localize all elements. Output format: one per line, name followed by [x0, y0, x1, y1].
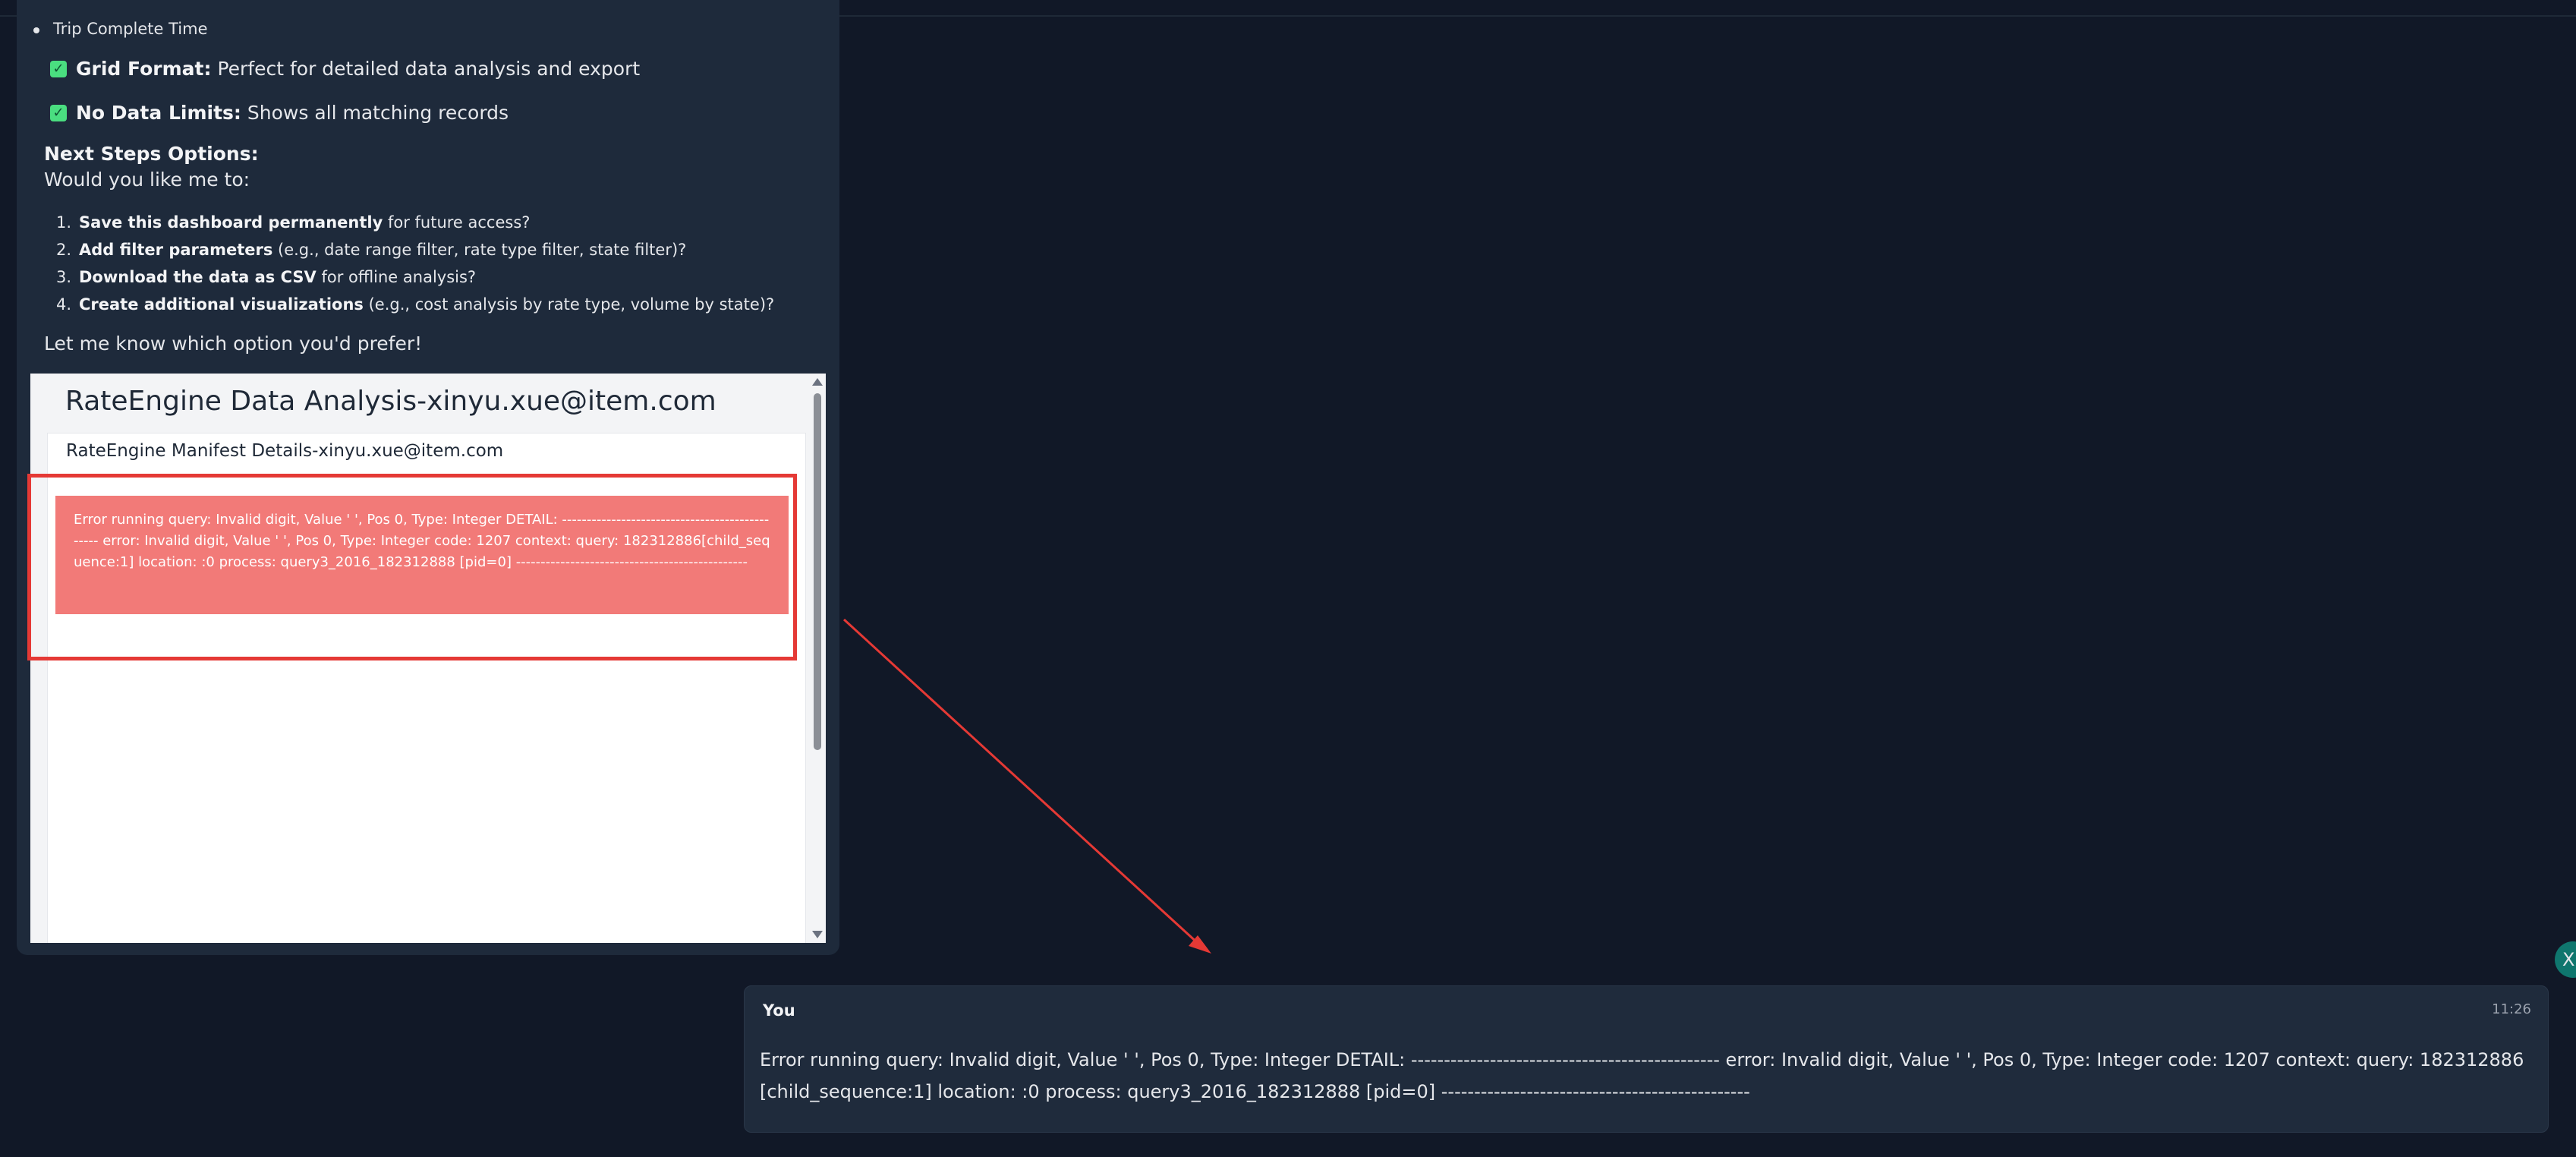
- feature-text: Shows all matching records: [247, 102, 509, 124]
- feature-no-data-limits: ✓ No Data Limits: Shows all matching rec…: [50, 102, 509, 124]
- scroll-thumb[interactable]: [814, 393, 821, 750]
- scroll-down-icon[interactable]: [812, 931, 823, 938]
- feature-label: No Data Limits:: [76, 102, 241, 124]
- sender-name: You: [763, 1001, 795, 1020]
- next-steps-list: 1. Save this dashboard permanently for fu…: [44, 211, 774, 320]
- list-item: 2. Add filter parameters (e.g., date rang…: [55, 241, 687, 259]
- avatar: X: [2555, 941, 2576, 978]
- list-item: 1. Save this dashboard permanently for fu…: [55, 213, 531, 232]
- error-alert: Error running query: Invalid digit, Valu…: [55, 496, 789, 614]
- scrollbar[interactable]: [809, 374, 826, 943]
- error-prefix: Error running query:: [74, 512, 216, 528]
- user-message: You 11:26 Error running query: Invalid d…: [744, 985, 2549, 1133]
- feature-grid-format: ✓ Grid Format: Perfect for detailed data…: [50, 58, 640, 80]
- dashboard-subtitle: RateEngine Manifest Details-xinyu.xue@it…: [66, 441, 504, 461]
- scroll-up-icon[interactable]: [812, 378, 823, 386]
- dashboard-title: RateEngine Data Analysis-xinyu.xue@item.…: [65, 386, 716, 417]
- list-item: 4. Create additional visualizations (e.g.…: [55, 295, 775, 314]
- message-time: 11:26: [2492, 1001, 2531, 1017]
- closing-text: Let me know which option you'd prefer!: [44, 333, 423, 355]
- dashboard-embed[interactable]: RateEngine Data Analysis-xinyu.xue@item.…: [30, 374, 826, 943]
- message-text: Error running query: Invalid digit, Valu…: [760, 1049, 2524, 1102]
- bullet-item: Trip Complete Time: [33, 20, 208, 38]
- feature-text: Perfect for detailed data analysis and e…: [217, 58, 641, 80]
- feature-label: Grid Format:: [76, 58, 212, 80]
- next-steps-subtitle: Would you like me to:: [44, 169, 250, 191]
- next-steps-title: Next Steps Options:: [44, 143, 259, 165]
- list-item: 3. Download the data as CSV for offline a…: [55, 268, 477, 286]
- dashboard-card: RateEngine Manifest Details-xinyu.xue@it…: [47, 433, 806, 943]
- check-square-icon: ✓: [50, 104, 67, 121]
- check-square-icon: ✓: [50, 60, 67, 77]
